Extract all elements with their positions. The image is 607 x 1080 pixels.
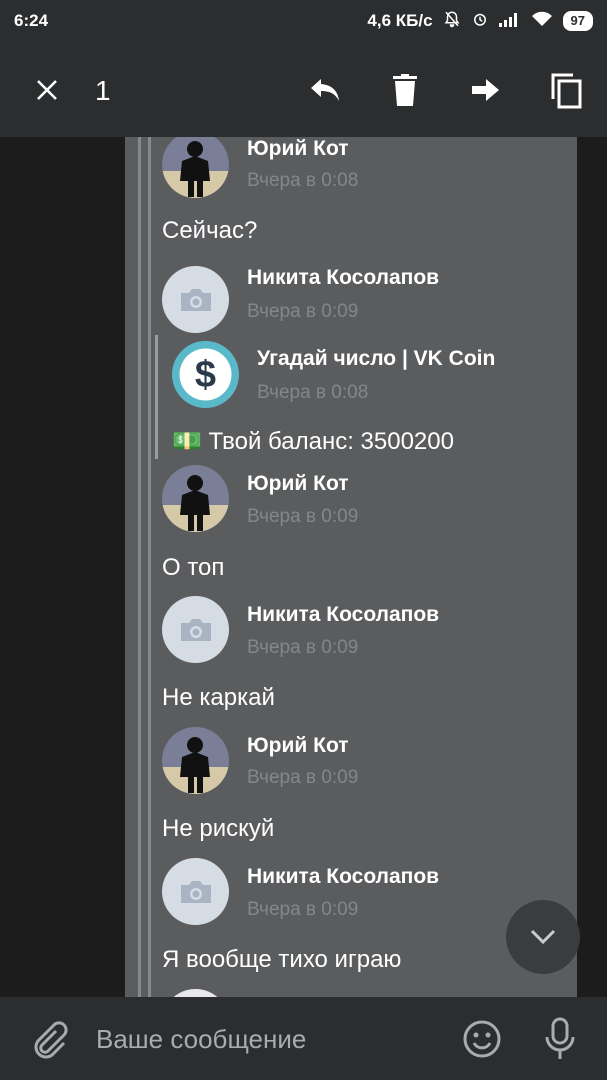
message-time: Вчера в 0:09 bbox=[247, 506, 359, 527]
sender-name[interactable]: Никита Косолапов bbox=[247, 865, 439, 889]
message-composer: Ваше сообщение bbox=[0, 997, 607, 1080]
avatar-photo bbox=[162, 465, 229, 532]
sender-name[interactable]: Никита Косолапов bbox=[247, 603, 439, 627]
message-time: Вчера в 0:09 bbox=[247, 899, 359, 920]
avatar-placeholder bbox=[162, 858, 229, 925]
emoji-icon[interactable] bbox=[462, 1019, 502, 1064]
microphone-icon[interactable] bbox=[543, 1017, 577, 1066]
chevron-down-icon bbox=[530, 929, 556, 945]
message-area[interactable]: Юрий Кот Вчера в 0:08 Сейчас? Никита Кос… bbox=[0, 137, 607, 997]
bot-avatar: $ bbox=[172, 341, 239, 408]
sender-name[interactable]: Юрий Кот bbox=[247, 137, 349, 161]
avatar-placeholder bbox=[162, 596, 229, 663]
status-time: 6:24 bbox=[14, 11, 49, 30]
camera-icon bbox=[180, 288, 211, 311]
message-time: Вчера в 0:09 bbox=[247, 301, 359, 322]
svg-text:$: $ bbox=[195, 354, 216, 396]
avatar-photo bbox=[162, 727, 229, 794]
attach-icon[interactable] bbox=[28, 1019, 68, 1064]
avatar-placeholder bbox=[162, 266, 229, 333]
forward-line bbox=[138, 137, 141, 997]
message-text: О топ bbox=[162, 554, 225, 581]
message-text: Не рискуй bbox=[162, 815, 275, 842]
forward-icon[interactable] bbox=[465, 42, 505, 137]
close-icon[interactable] bbox=[30, 42, 64, 137]
status-bar: 6:24 4,6 КБ/с 97 bbox=[0, 0, 607, 42]
sender-name[interactable]: Юрий Кот bbox=[247, 472, 349, 496]
message-time: Вчера в 0:08 bbox=[247, 170, 359, 191]
dollar-icon: $ bbox=[179, 348, 232, 401]
network-speed: 4,6 КБ/с bbox=[367, 11, 433, 30]
camera-icon bbox=[180, 618, 211, 641]
wifi-icon bbox=[531, 11, 553, 32]
mute-icon bbox=[443, 10, 461, 33]
alarm-icon bbox=[471, 10, 489, 33]
scroll-down-button[interactable] bbox=[506, 900, 580, 974]
message-time: Вчера в 0:09 bbox=[247, 637, 359, 658]
battery-indicator: 97 bbox=[562, 11, 593, 31]
sender-name[interactable]: Никита Косолапов bbox=[247, 266, 439, 290]
sender-name[interactable]: Юрий Кот bbox=[247, 734, 349, 758]
message-text: Я вообще тихо играю bbox=[162, 946, 402, 973]
reply-icon[interactable] bbox=[305, 42, 345, 137]
selection-action-bar: 1 bbox=[0, 42, 607, 137]
message-input[interactable]: Ваше сообщение bbox=[96, 1024, 306, 1055]
sender-name[interactable]: Угадай число | VK Coin bbox=[257, 347, 495, 371]
message-text: 💵 Твой баланс: 3500200 bbox=[172, 428, 454, 455]
message-text: Не каркай bbox=[162, 684, 275, 711]
signal-icon bbox=[498, 11, 521, 32]
message-text: Сейчас? bbox=[162, 217, 258, 244]
delete-icon[interactable] bbox=[385, 42, 425, 137]
message-time: Вчера в 0:08 bbox=[257, 382, 369, 403]
selected-count: 1 bbox=[95, 75, 111, 106]
nested-forward-line bbox=[155, 335, 158, 459]
status-indicators: 4,6 КБ/с 97 bbox=[367, 10, 593, 33]
forward-line-inner bbox=[148, 137, 151, 997]
copy-icon[interactable] bbox=[545, 42, 587, 137]
camera-icon bbox=[180, 880, 211, 903]
message-time: Вчера в 0:09 bbox=[247, 767, 359, 788]
